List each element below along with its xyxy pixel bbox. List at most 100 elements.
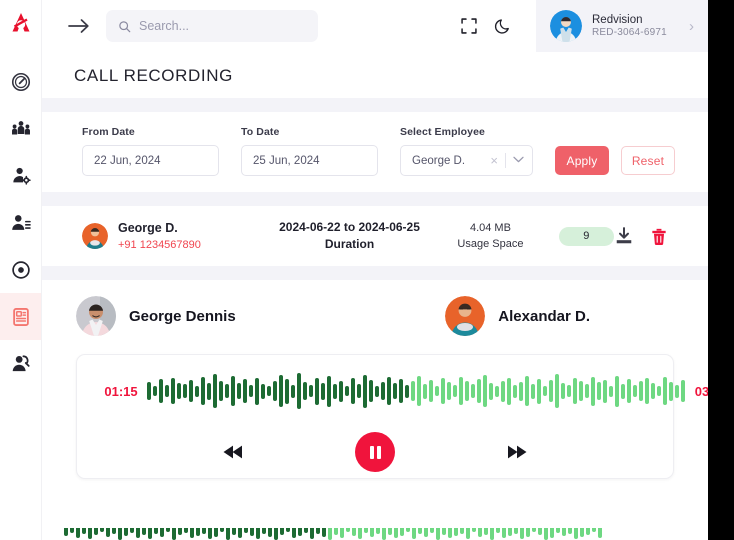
waveform-row: 01:15 03:11 (77, 355, 708, 427)
chevron-right-icon[interactable]: › (689, 18, 694, 35)
rewind-button[interactable] (211, 435, 255, 469)
next-waveform-preview (64, 528, 664, 540)
sidebar-item-teams[interactable] (0, 105, 41, 152)
delete-button[interactable] (650, 227, 668, 246)
group-people-icon (11, 120, 30, 134)
waveform-bar (400, 528, 404, 536)
waveform-bar (561, 383, 565, 399)
waveform-bar (82, 528, 86, 534)
waveform-bar (232, 528, 236, 535)
waveform-bar (124, 528, 128, 536)
sidebar-item-user-settings[interactable] (0, 152, 41, 199)
waveform-bar (345, 386, 349, 396)
pause-button[interactable] (355, 432, 395, 472)
waveform-bar (94, 528, 98, 535)
waveform-bar (358, 528, 362, 539)
waveform-bar (567, 385, 571, 397)
waveform-bar (502, 528, 506, 538)
clear-employee-icon[interactable]: × (490, 153, 498, 168)
avatar (550, 10, 582, 42)
waveform-bar (142, 528, 146, 535)
user-search-icon (12, 353, 32, 371)
waveform-bar (472, 528, 476, 532)
waveform-bar (513, 384, 517, 398)
waveform-bar (196, 528, 200, 536)
waveform-bar (243, 379, 247, 403)
waveform-bar (538, 528, 542, 535)
brand-logo[interactable] (0, 0, 41, 48)
waveform-bar (274, 528, 278, 540)
waveform-bar (639, 381, 643, 401)
waveform-bar (364, 528, 368, 533)
chevron-down-icon[interactable] (513, 155, 524, 166)
forward-button[interactable] (495, 435, 539, 469)
from-date-input[interactable]: 22 Jun, 2024 (82, 145, 219, 176)
employee-select[interactable]: George D. × (400, 145, 533, 176)
waveform-bar (166, 528, 170, 532)
waveform-bar (351, 378, 355, 404)
fast-forward-icon (508, 445, 527, 459)
reset-button[interactable]: Reset (621, 146, 675, 175)
waveform-bar (148, 528, 152, 539)
fullscreen-button[interactable] (452, 9, 486, 43)
waveform-bar (321, 382, 325, 400)
search-placeholder-text: Search... (139, 19, 190, 33)
waveform-bar (112, 528, 116, 534)
waveform-bar (418, 528, 422, 534)
sidebar-item-recordings[interactable] (0, 246, 41, 293)
sidebar-item-user-search[interactable] (0, 340, 41, 387)
theme-toggle-button[interactable] (486, 9, 520, 43)
search-input[interactable]: Search... (106, 10, 318, 42)
waveform-bar (435, 386, 439, 396)
waveform-bar (136, 528, 140, 538)
avatar (76, 296, 116, 336)
waveform-bar (460, 528, 464, 534)
waveform-bar (315, 377, 319, 405)
waveform-bar (424, 528, 428, 537)
waveform-bar (633, 385, 637, 397)
right-speaker: Alexandar D. (445, 296, 590, 336)
waveform-track[interactable] (147, 368, 685, 414)
employee-label: Select Employee (400, 126, 485, 138)
apply-button[interactable]: Apply (555, 146, 609, 175)
dashboard-speedometer-icon (10, 71, 32, 93)
forward-arrow-button[interactable] (66, 13, 92, 39)
waveform-bar (370, 528, 374, 537)
waveform-bar (303, 382, 307, 400)
waveform-bar (328, 528, 332, 540)
waveform-bar (225, 384, 229, 398)
record-usage: 4.04 MB Usage Space (440, 220, 540, 253)
waveform-bar (279, 375, 283, 407)
record-person-name: George D. (118, 220, 178, 235)
section-divider-bottom (42, 266, 708, 280)
waveform-bar (154, 528, 158, 534)
audio-player-card: George Dennis Alexandar D. 01:15 03 (64, 280, 708, 479)
employee-group: Select Employee George D. × (400, 126, 533, 176)
record-person-phone: +91 1234567890 (118, 238, 201, 251)
profile-chip[interactable]: Redvision RED-3064-6971 › (536, 0, 708, 52)
filter-actions: Apply Reset (555, 146, 675, 176)
waveform-bar (520, 528, 524, 539)
to-date-group: To Date 25 Jun, 2024 (241, 126, 378, 176)
playback-controls (77, 427, 673, 477)
waveform-bar (118, 528, 122, 540)
waveform-bar (178, 528, 182, 535)
waveform-bar (525, 376, 529, 406)
waveform-bar (255, 377, 259, 405)
waveform-bar (669, 381, 673, 401)
download-button[interactable] (614, 226, 634, 246)
waveform-bar (201, 377, 205, 405)
waveform-bar (316, 528, 320, 534)
recording-row[interactable]: George D. +91 1234567890 2024-06-22 to 2… (64, 206, 686, 266)
sidebar-item-call-recording[interactable] (0, 293, 41, 340)
waveform-bar (675, 384, 679, 398)
waveform-bar (202, 528, 206, 534)
waveform-bar (501, 380, 505, 402)
from-date-value: 22 Jun, 2024 (94, 154, 161, 167)
waveform-bar (465, 381, 469, 401)
waveform-bar (160, 528, 164, 537)
sidebar-item-dashboard[interactable] (0, 58, 41, 105)
waveform-bar (256, 528, 260, 539)
to-date-input[interactable]: 25 Jun, 2024 (241, 145, 378, 176)
sidebar-item-user-list[interactable] (0, 199, 41, 246)
